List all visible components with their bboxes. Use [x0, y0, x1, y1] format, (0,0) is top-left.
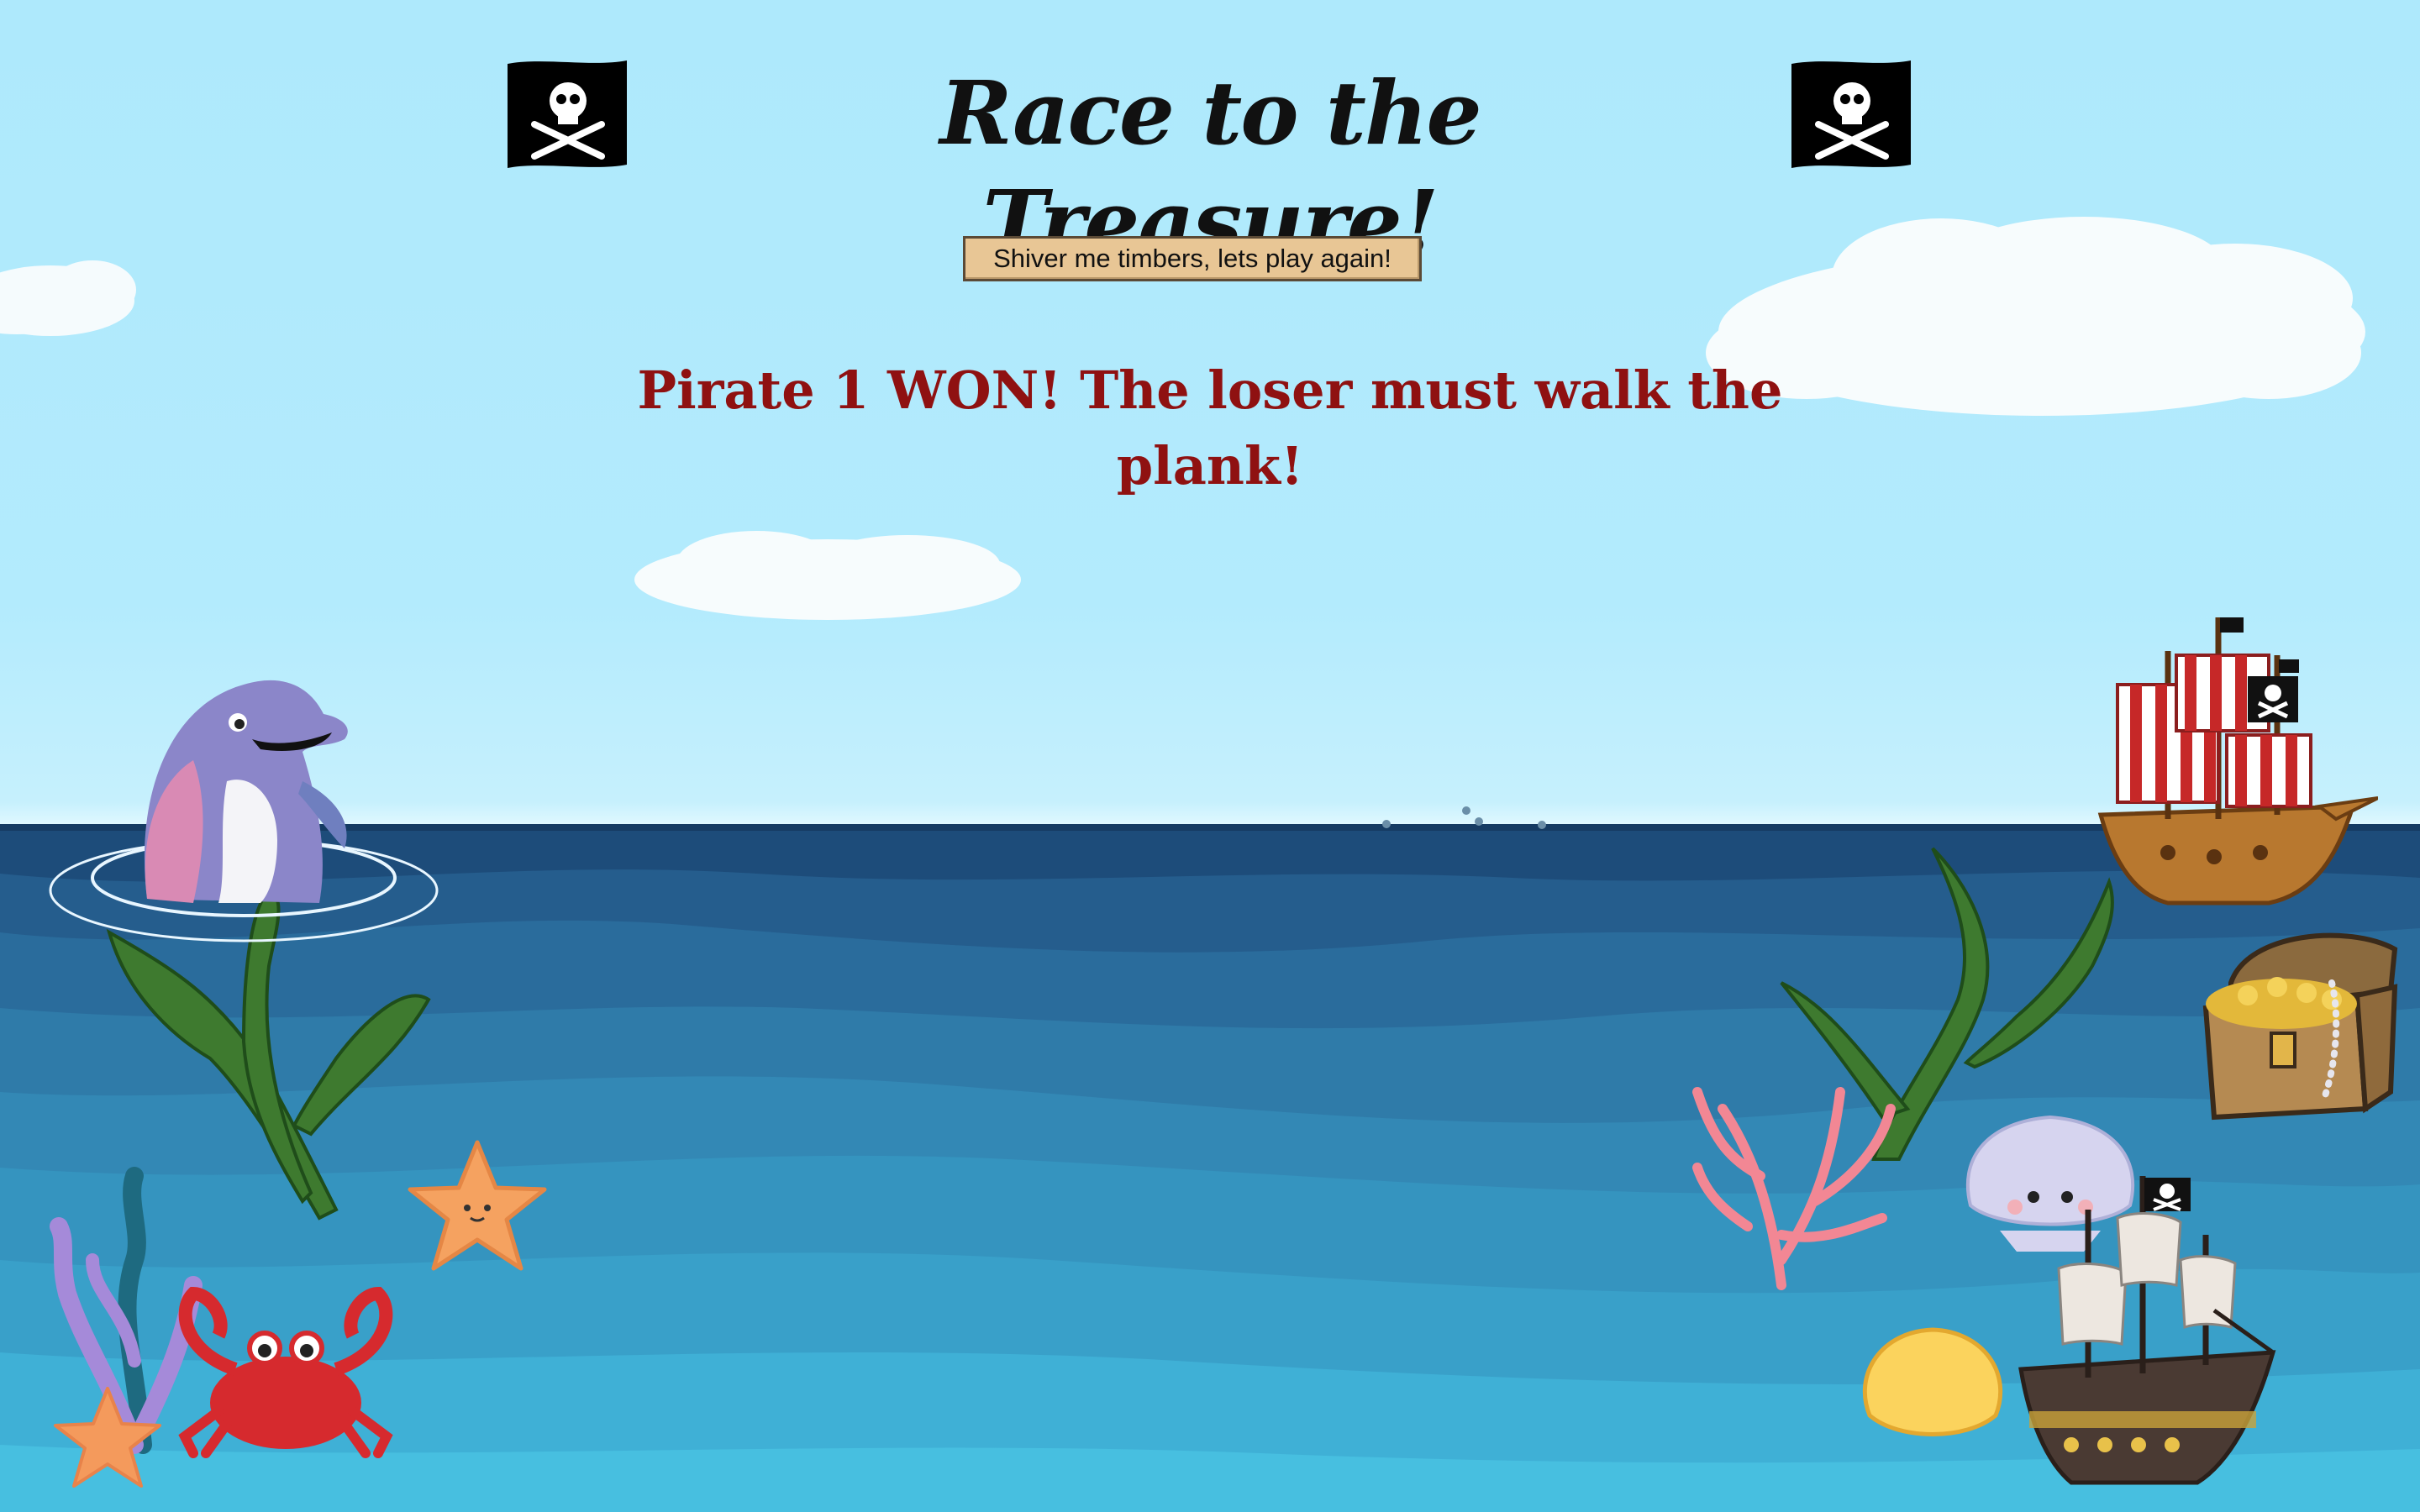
player-2-pirate-ship	[2018, 1176, 2276, 1485]
cloud-middle	[634, 531, 1021, 620]
treasure-chest-icon	[2202, 932, 2398, 1121]
cloud-left	[0, 260, 136, 336]
play-again-button[interactable]: Shiver me timbers, lets play again!	[963, 236, 1422, 281]
shell-yellow	[1862, 1327, 2003, 1436]
player-1-pirate-ship	[2097, 617, 2378, 906]
jolly-roger-flag-icon	[508, 60, 627, 168]
jolly-roger-flag-icon	[1791, 60, 1911, 168]
winner-message: Pirate 1 WON! The loser must walk the pl…	[637, 360, 1783, 496]
page-title: Race to the Treasure!	[939, 61, 1481, 274]
